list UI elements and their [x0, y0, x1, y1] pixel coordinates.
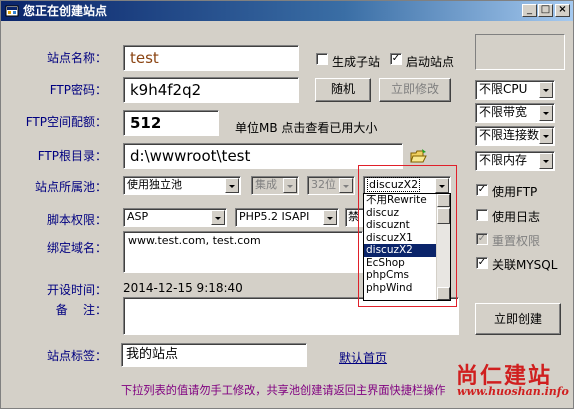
create-subsite-label: 生成子站 — [332, 55, 381, 69]
bind-domain-label: 绑定域名： — [46, 241, 107, 255]
script-language-value: ASP — [127, 210, 149, 223]
ftp-root-label: FTP根目录： — [37, 149, 107, 163]
chevron-down-icon[interactable] — [323, 210, 337, 225]
create-now-button[interactable]: 立即创建 — [475, 303, 561, 335]
use-ftp-label: 使用FTP — [492, 185, 538, 199]
script-permission-label: 脚本权限： — [46, 213, 107, 227]
use-log-checkbox[interactable] — [476, 209, 488, 221]
site-tag-input[interactable]: 我的站点 — [121, 343, 307, 367]
remark-label: 备 注： — [55, 303, 107, 317]
minimize-button[interactable]: _ — [522, 4, 537, 17]
site-name-label: 站点名称： — [46, 51, 107, 65]
connection-limit-select[interactable]: 不限连接数 — [475, 126, 555, 146]
connection-limit-value: 不限连接数 — [479, 128, 540, 142]
create-subsite-checkbox[interactable] — [316, 53, 328, 65]
app-pool-select[interactable]: 使用独立池 — [123, 176, 241, 195]
bind-domain-textarea[interactable]: www.test.com, test.com — [123, 231, 363, 273]
watermark-url: www.huoshan.info — [457, 385, 569, 398]
chevron-down-icon[interactable] — [539, 82, 553, 98]
footer-note: 下拉列表的值请勿手工修改，共享池创建请返回主界面快捷栏操作 — [121, 384, 446, 397]
use-ftp-checkbox[interactable]: ✓ — [476, 184, 488, 196]
default-homepage-link[interactable]: 默认首页 — [339, 349, 387, 366]
bitness-value: 32位 — [311, 178, 336, 191]
link-mysql-checkbox[interactable]: ✓ — [476, 257, 488, 269]
chevron-down-icon[interactable] — [211, 210, 225, 225]
site-name-input[interactable]: test — [123, 45, 299, 71]
start-site-checkbox[interactable]: ✓ — [390, 53, 402, 65]
folder-browse-icon[interactable] — [410, 148, 428, 164]
maximize-button[interactable]: □ — [538, 4, 553, 17]
link-mysql-label: 关联MYSQL — [492, 258, 558, 272]
app-icon — [5, 5, 19, 17]
bandwidth-limit-select[interactable]: 不限带宽 — [475, 103, 555, 123]
start-site-label: 启动站点 — [406, 55, 455, 69]
pipeline-mode-value: 集成 — [255, 178, 277, 191]
site-tag-label: 站点标签： — [46, 349, 107, 363]
random-password-button[interactable]: 随机 — [315, 78, 371, 102]
app-pool-label: 站点所属池： — [34, 180, 107, 194]
reset-permission-checkbox[interactable]: ✓ — [476, 233, 488, 245]
chevron-down-icon[interactable] — [539, 153, 553, 169]
preview-panel — [475, 34, 565, 70]
apply-password-button[interactable]: 立即修改 — [379, 78, 451, 102]
ftp-quota-input[interactable]: 512 — [123, 110, 219, 136]
open-time-label: 开设时间： — [46, 283, 107, 297]
bitness-select[interactable]: 32位 — [307, 176, 355, 195]
chevron-down-icon[interactable] — [283, 178, 297, 193]
create-site-window: 您正在创建站点 _ □ × 站点名称： test 生成子站 ✓ 启动站点 FTP… — [0, 0, 574, 409]
chevron-down-icon[interactable] — [539, 128, 553, 144]
window-title: 您正在创建站点 — [23, 4, 108, 18]
bandwidth-limit-value: 不限带宽 — [479, 105, 528, 119]
app-pool-value: 使用独立池 — [127, 178, 182, 191]
highlight-frame — [358, 165, 457, 307]
reset-permission-label: 重置权限 — [492, 234, 541, 248]
use-log-label: 使用日志 — [492, 210, 541, 224]
ftp-password-label: FTP密码： — [49, 83, 107, 97]
pipeline-mode-select[interactable]: 集成 — [251, 176, 299, 195]
ftp-quota-hint[interactable]: 单位MB 点击查看已用大小 — [235, 119, 377, 136]
title-bar[interactable]: 您正在创建站点 _ □ × — [1, 1, 573, 21]
cpu-limit-select[interactable]: 不限CPU — [475, 80, 555, 100]
open-time-value: 2014-12-15 9:18:40 — [123, 281, 243, 295]
chevron-down-icon[interactable] — [339, 178, 353, 193]
ftp-password-input[interactable]: k9h4f2q2 — [123, 77, 299, 103]
cpu-limit-value: 不限CPU — [479, 82, 528, 96]
php-version-value: PHP5.2 ISAPI — [239, 210, 310, 223]
close-button[interactable]: × — [555, 4, 570, 17]
chevron-down-icon[interactable] — [225, 178, 239, 193]
php-version-select[interactable]: PHP5.2 ISAPI — [235, 208, 339, 227]
chevron-down-icon[interactable] — [539, 105, 553, 121]
memory-limit-value: 不限内存 — [479, 153, 528, 167]
ftp-quota-label: FTP空间配额： — [25, 115, 107, 129]
script-language-select[interactable]: ASP — [123, 208, 227, 227]
memory-limit-select[interactable]: 不限内存 — [475, 151, 555, 171]
